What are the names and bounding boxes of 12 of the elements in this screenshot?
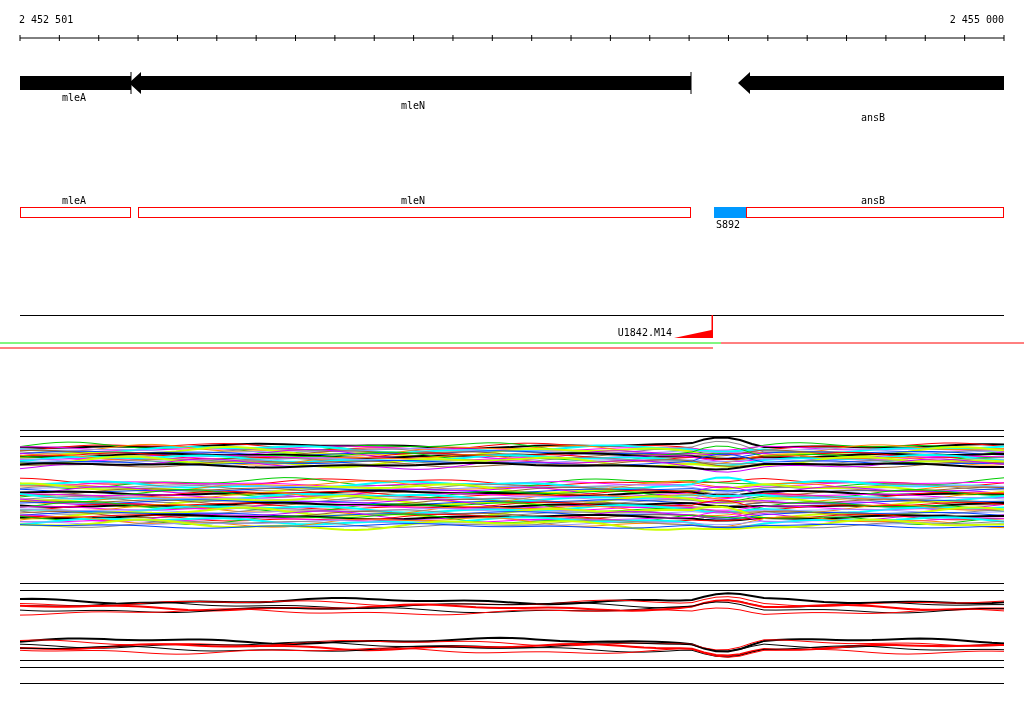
ruler-label: 2 452 501: [19, 14, 74, 25]
site-label: S892: [716, 219, 741, 230]
ruler-label: 2 455 000: [949, 14, 1004, 25]
probe-ramp-drawing: [674, 315, 713, 338]
site-marker: [714, 207, 746, 218]
gene-label: mleA: [61, 92, 87, 103]
gene-label: mleN: [400, 100, 426, 111]
probe-label: U1842.M14: [617, 327, 672, 338]
feature-label: mleN: [400, 195, 426, 206]
feature-label: mleA: [61, 195, 87, 206]
feature-label: ansB: [860, 195, 886, 206]
gene-label: ansB: [860, 112, 886, 123]
